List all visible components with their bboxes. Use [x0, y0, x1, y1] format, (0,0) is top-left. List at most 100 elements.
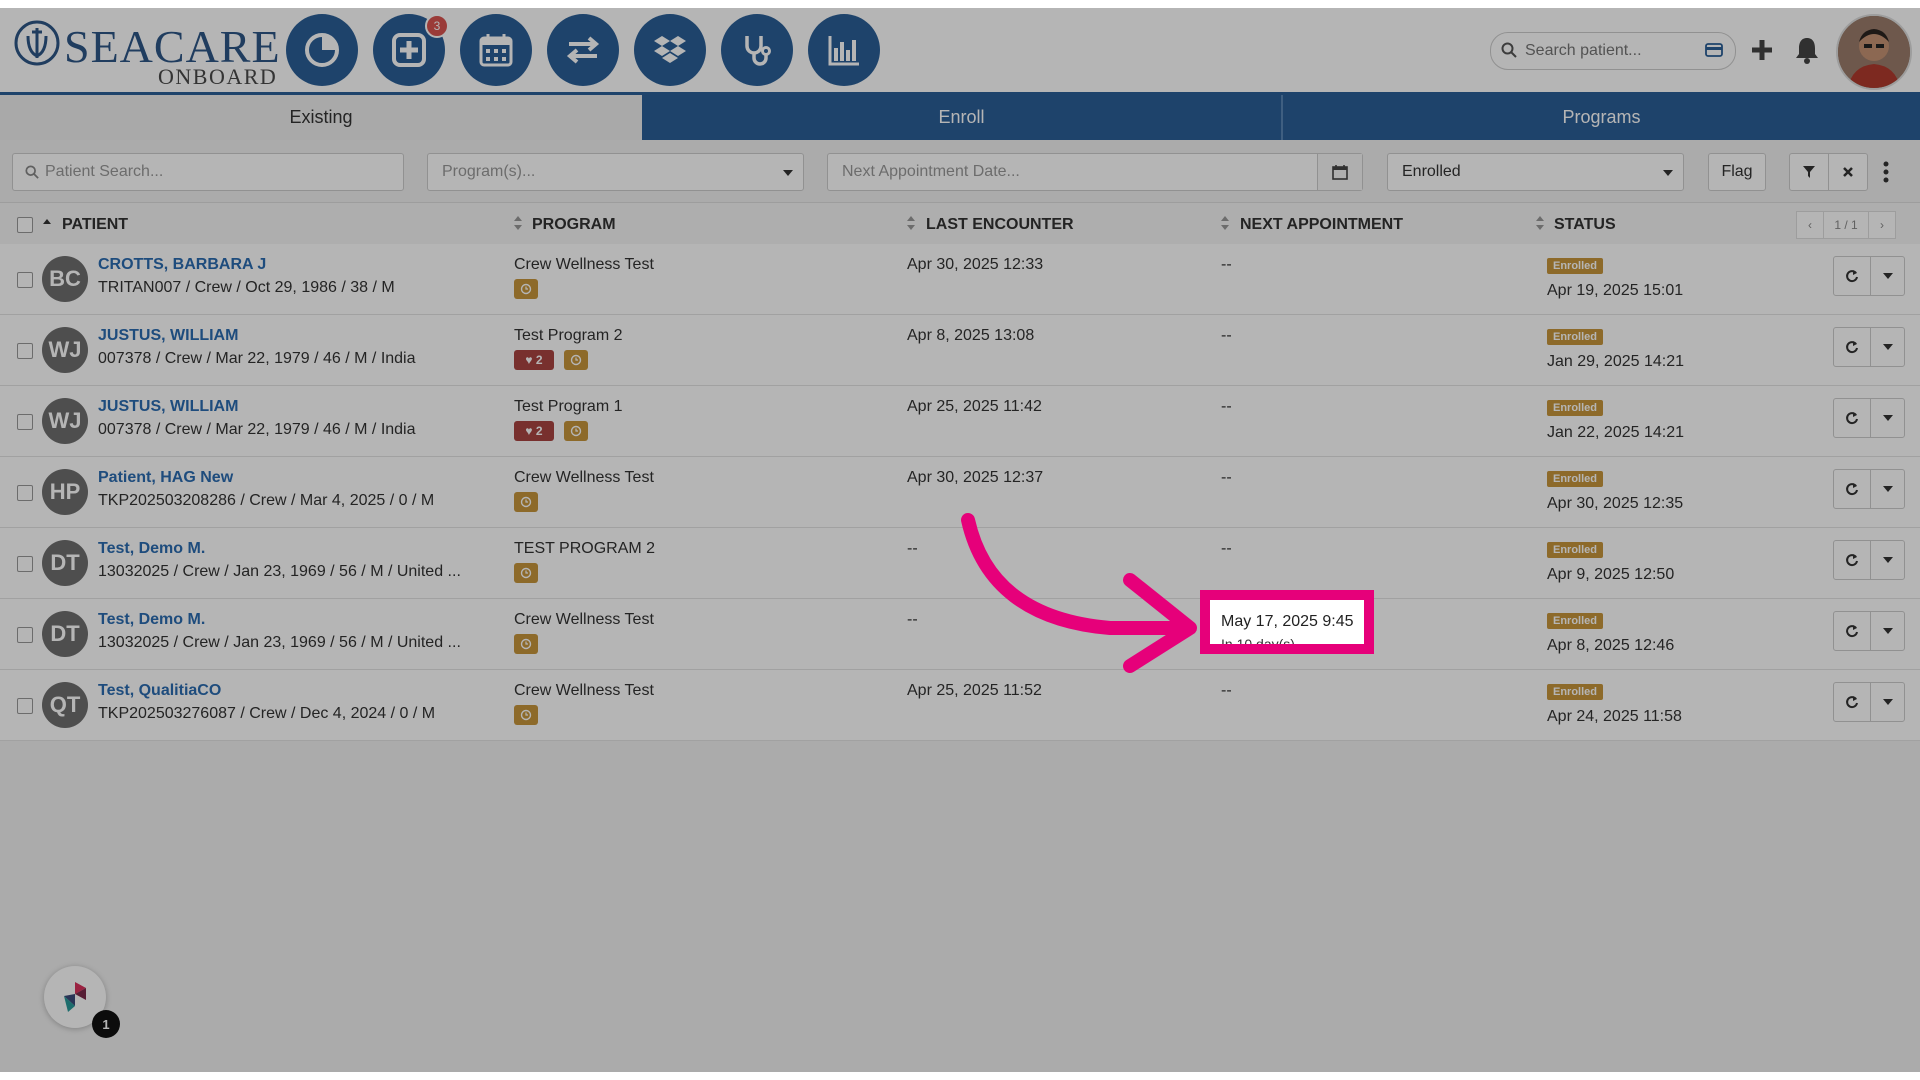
row-checkbox[interactable]	[17, 414, 33, 430]
flag-button[interactable]: Flag	[1708, 153, 1766, 191]
sort-icon	[1536, 216, 1544, 230]
row-actions-dropdown[interactable]	[1871, 399, 1904, 437]
row-checkbox[interactable]	[17, 698, 33, 714]
programs-select[interactable]: Program(s)...	[427, 153, 804, 191]
program-tags	[514, 563, 538, 583]
pager-next-button[interactable]: ›	[1869, 212, 1895, 238]
column-patient[interactable]: PATIENT	[62, 216, 128, 234]
tab-programs[interactable]: Programs	[1283, 95, 1920, 140]
patient-name-link[interactable]: Test, QualitiaCO	[98, 682, 221, 700]
transfer-button[interactable]	[547, 14, 619, 86]
column-next-appointment[interactable]: NEXT APPOINTMENT	[1240, 216, 1403, 234]
row-checkbox[interactable]	[17, 485, 33, 501]
heart-count-tag: ♥ 2	[514, 350, 554, 370]
patient-name-link[interactable]: Patient, HAG New	[98, 469, 233, 487]
pager-prev-button[interactable]: ‹	[1797, 212, 1824, 238]
patient-details: 007378 / Crew / Mar 22, 1979 / 46 / M / …	[98, 350, 416, 367]
select-all-checkbox[interactable]	[17, 217, 33, 233]
column-status[interactable]: STATUS	[1554, 216, 1616, 234]
seacare-logo[interactable]: SEACARE ONBOARD	[14, 16, 280, 89]
program-tags: ♥ 2	[514, 421, 588, 441]
table-row[interactable]: QT Test, QualitiaCO TKP202503276087 / Crew…	[0, 670, 1920, 741]
tab-existing[interactable]: Existing	[0, 95, 642, 140]
patient-name-link[interactable]: JUSTUS, WILLIAM	[98, 398, 238, 416]
row-action-group	[1833, 469, 1905, 509]
patient-quick-search[interactable]	[1490, 32, 1736, 70]
row-actions-dropdown[interactable]	[1871, 612, 1904, 650]
status-select[interactable]: Enrolled	[1387, 153, 1684, 191]
row-checkbox[interactable]	[17, 272, 33, 288]
row-checkbox[interactable]	[17, 556, 33, 572]
more-options-icon[interactable]	[1882, 160, 1890, 184]
row-action-group	[1833, 611, 1905, 651]
program-name: Crew Wellness Test	[514, 256, 654, 273]
refresh-button[interactable]	[1834, 612, 1871, 650]
chevron-down-icon	[1882, 557, 1893, 563]
patient-avatar: HP	[42, 469, 88, 515]
dropbox-button[interactable]	[634, 14, 706, 86]
refresh-button[interactable]	[1834, 683, 1871, 721]
patient-search-field[interactable]: Patient Search...	[12, 153, 404, 191]
id-card-icon[interactable]	[1705, 43, 1723, 57]
table-row[interactable]: BC CROTTS, BARBARA J TRITAN007 / Crew / Oc…	[0, 244, 1920, 315]
table-row[interactable]: WJ JUSTUS, WILLIAM 007378 / Crew / Mar 22,…	[0, 315, 1920, 386]
program-name: Test Program 2	[514, 327, 623, 344]
next-appointment-placeholder: Next Appointment Date...	[842, 163, 1020, 180]
patient-details: TKP202503276087 / Crew / Dec 4, 2024 / 0…	[98, 705, 436, 722]
bell-icon[interactable]	[1794, 36, 1820, 64]
patient-quick-search-input[interactable]	[1523, 39, 1697, 63]
program-tags	[514, 279, 538, 299]
plus-icon[interactable]	[1750, 38, 1774, 62]
row-actions-dropdown[interactable]	[1871, 683, 1904, 721]
row-actions-dropdown[interactable]	[1871, 470, 1904, 508]
next-appointment-date-field[interactable]: Next Appointment Date...	[827, 153, 1363, 191]
patient-avatar: WJ	[42, 327, 88, 373]
top-header: SEACARE ONBOARD 3	[0, 8, 1920, 95]
row-checkbox[interactable]	[17, 343, 33, 359]
patient-name-link[interactable]: Test, Demo M.	[98, 540, 205, 558]
status-date: Jan 29, 2025 14:21	[1547, 353, 1685, 370]
patient-name-link[interactable]: Test, Demo M.	[98, 611, 205, 629]
tab-enroll[interactable]: Enroll	[642, 95, 1283, 140]
row-action-group	[1833, 540, 1905, 580]
clinical-button[interactable]	[721, 14, 793, 86]
status-date: Apr 19, 2025 15:01	[1547, 282, 1684, 299]
row-action-group	[1833, 256, 1905, 296]
table-row[interactable]: WJ JUSTUS, WILLIAM 007378 / Crew / Mar 22,…	[0, 386, 1920, 457]
heart-count-tag: ♥ 2	[514, 421, 554, 441]
dashboard-button[interactable]	[286, 14, 358, 86]
patient-name-link[interactable]: CROTTS, BARBARA J	[98, 256, 266, 274]
date-picker-button[interactable]	[1317, 154, 1362, 190]
calendar-button[interactable]	[460, 14, 532, 86]
reports-button[interactable]	[808, 14, 880, 86]
row-actions-dropdown[interactable]	[1871, 257, 1904, 295]
add-patient-button[interactable]: 3	[373, 14, 449, 86]
dashboard-pie-icon	[305, 33, 339, 67]
refresh-button[interactable]	[1834, 328, 1871, 366]
notification-count-badge: 3	[425, 14, 449, 38]
search-icon	[1501, 42, 1517, 58]
clear-filter-button[interactable]	[1828, 153, 1868, 191]
column-last-encounter[interactable]: LAST ENCOUNTER	[926, 216, 1074, 234]
row-actions-dropdown[interactable]	[1871, 541, 1904, 579]
last-encounter: Apr 30, 2025 12:37	[907, 469, 1044, 486]
refresh-button[interactable]	[1834, 257, 1871, 295]
patient-details: 13032025 / Crew / Jan 23, 1969 / 56 / M …	[98, 563, 461, 580]
refresh-button[interactable]	[1834, 399, 1871, 437]
row-checkbox[interactable]	[17, 627, 33, 643]
refresh-button[interactable]	[1834, 541, 1871, 579]
program-name: Crew Wellness Test	[514, 682, 654, 699]
anchor-logo-icon	[14, 20, 60, 66]
bar-chart-icon	[828, 36, 859, 66]
filter-button[interactable]	[1789, 153, 1829, 191]
status-select-value: Enrolled	[1402, 163, 1461, 180]
user-avatar[interactable]	[1836, 14, 1912, 90]
column-program[interactable]: PROGRAM	[532, 216, 616, 234]
patient-avatar: WJ	[42, 398, 88, 444]
highlighted-next-appointment[interactable]: May 17, 2025 9:45 In 10 day(s)	[1200, 590, 1374, 654]
row-actions-dropdown[interactable]	[1871, 328, 1904, 366]
refresh-button[interactable]	[1834, 470, 1871, 508]
patient-name-link[interactable]: JUSTUS, WILLIAM	[98, 327, 238, 345]
program-tags	[514, 634, 538, 654]
next-appointment: --	[1221, 256, 1232, 273]
